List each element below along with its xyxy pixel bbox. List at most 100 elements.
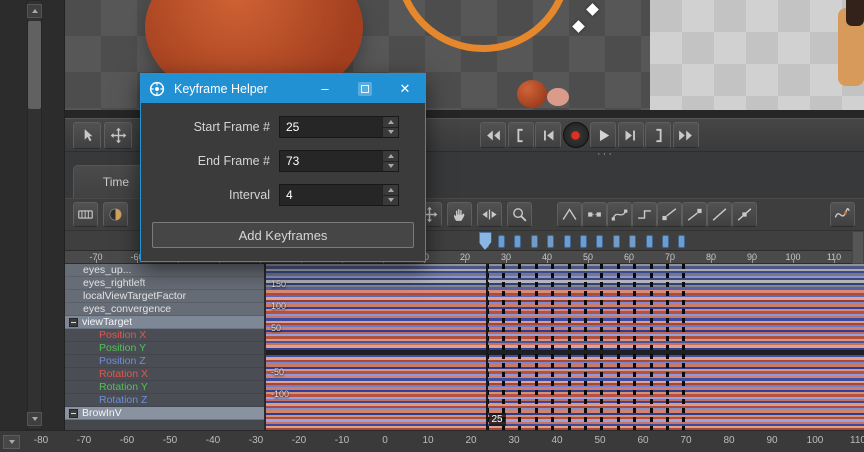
keyframe-tick[interactable] (564, 235, 571, 248)
down-arrow-icon (388, 130, 394, 134)
axis-value-label: -100 (271, 389, 289, 399)
play-button[interactable] (590, 122, 616, 148)
close-button[interactable]: ✕ (385, 74, 425, 103)
track-row-position-z[interactable]: Position Z (65, 355, 264, 368)
ruler-tick (711, 259, 712, 263)
h-expand-button[interactable] (477, 202, 502, 227)
keyframe-tick[interactable] (613, 235, 620, 248)
keyframe-tick[interactable] (531, 235, 538, 248)
clip-half-button[interactable] (103, 202, 128, 227)
track-row-rotation-y[interactable]: Rotation Y (65, 381, 264, 394)
keyframe-tick[interactable] (662, 235, 669, 248)
interval-down-button[interactable] (382, 195, 398, 206)
scroll-up-button[interactable] (27, 4, 42, 18)
playhead-marker[interactable] (479, 232, 492, 250)
dialog-titlebar[interactable]: Keyframe Helper – ✕ (141, 74, 425, 103)
track-row-eyes-rightleft[interactable]: eyes_rightleft (65, 277, 264, 290)
start-frame-spinbox (279, 116, 399, 138)
track-row-position-x[interactable]: Position X (65, 329, 264, 342)
orange-selection-ring (395, 0, 571, 52)
end-frame-up-button[interactable] (382, 151, 398, 161)
ruler-tick (793, 259, 794, 263)
linear-peak-button[interactable] (557, 202, 582, 227)
hand-tool-button[interactable] (447, 202, 472, 227)
track-row-position-y[interactable]: Position Y (65, 342, 264, 355)
zoom-magnifier-button[interactable] (507, 202, 532, 227)
keyframe-tick[interactable] (498, 235, 505, 248)
track-row-eyes-convergence[interactable]: eyes_convergence (65, 303, 264, 316)
down-arrow-icon (32, 417, 38, 421)
zero-axis-line (266, 350, 864, 355)
track-label: Position X (99, 329, 146, 341)
track-row-localviewtargetfactor[interactable]: localViewTargetFactor (65, 290, 264, 303)
key-in-tangent-icon (686, 206, 703, 223)
film-track-icon (77, 206, 94, 223)
key-out-tangent-button[interactable] (657, 202, 682, 227)
white-diamond-marker (586, 3, 599, 16)
track-row-browinv[interactable]: BrowInV (65, 407, 264, 420)
scroll-down-button[interactable] (27, 412, 42, 426)
keyframe-tick[interactable] (596, 235, 603, 248)
start-frame-input[interactable] (279, 116, 399, 138)
step-hold-button[interactable] (632, 202, 657, 227)
bracket-out-button[interactable] (645, 122, 671, 148)
next-frame-button[interactable] (618, 122, 644, 148)
track-row-rotation-x[interactable]: Rotation X (65, 368, 264, 381)
skip-forward-button[interactable] (673, 122, 699, 148)
bottom-ruler[interactable]: -80-70-60-50-40-30-20-100102030405060708… (0, 430, 864, 452)
small-red-sphere (517, 80, 547, 108)
ruler-frame-label: -10 (324, 435, 360, 446)
scrollbar-thumb[interactable] (28, 21, 41, 109)
bracket-in-button[interactable] (508, 122, 534, 148)
keyframe-tick[interactable] (514, 235, 521, 248)
collapse-toggle-icon[interactable] (69, 318, 78, 327)
film-track-button[interactable] (73, 202, 98, 227)
end-frame-down-button[interactable] (382, 161, 398, 172)
slope-line-button[interactable] (707, 202, 732, 227)
slope-key-button[interactable] (732, 202, 757, 227)
curve-keys-button[interactable] (607, 202, 632, 227)
maximize-button[interactable] (345, 74, 385, 103)
prev-frame-button[interactable] (535, 122, 561, 148)
start-frame-down-button[interactable] (382, 127, 398, 138)
wave-curve-button[interactable] (830, 202, 855, 227)
keyframe-tick[interactable] (646, 235, 653, 248)
keyframe-tick[interactable] (580, 235, 587, 248)
keyframe-tick[interactable] (547, 235, 554, 248)
keyframe-column-line (518, 264, 521, 430)
ruler-frame-label: 110 (840, 435, 864, 446)
interval-up-button[interactable] (382, 185, 398, 195)
collapse-toggle-icon[interactable] (69, 409, 78, 418)
ruler-frame-label: 30 (496, 435, 532, 446)
add-keyframes-button[interactable]: Add Keyframes (152, 222, 414, 248)
start-frame-up-button[interactable] (382, 117, 398, 127)
keyframe-column-line (551, 264, 554, 430)
ruler-options-button[interactable] (3, 435, 20, 449)
h-expand-icon (481, 206, 498, 223)
keyframe-tick[interactable] (678, 235, 685, 248)
spinner-buttons (382, 151, 398, 171)
slope-key-icon (736, 206, 753, 223)
bracket-out-icon (650, 127, 667, 144)
ruler-tick (96, 259, 97, 263)
end-frame-input[interactable] (279, 150, 399, 172)
animation-app-window: ··· Time -70-60-50-40-30-20-100102030405… (0, 0, 864, 452)
interval-input[interactable] (279, 184, 399, 206)
ruler-frame-label: -30 (238, 435, 274, 446)
track-row-viewtarget[interactable]: viewTarget (65, 316, 264, 329)
track-row-eyes-up-[interactable]: eyes_up... (65, 264, 264, 277)
key-in-tangent-button[interactable] (682, 202, 707, 227)
keyframe-tick[interactable] (629, 235, 636, 248)
move-tool-button[interactable] (104, 122, 132, 149)
select-cursor-button[interactable] (73, 122, 101, 149)
record-button[interactable] (563, 122, 589, 148)
panel-resize-handle[interactable]: ··· (597, 148, 614, 160)
minimize-button[interactable]: – (305, 74, 345, 103)
down-arrow-icon (388, 198, 394, 202)
stepped-keys-button[interactable] (582, 202, 607, 227)
track-label: Rotation Y (99, 381, 148, 393)
curve-graph-area[interactable]: 15010050-50-100 25 (265, 264, 864, 430)
track-row-rotation-z[interactable]: Rotation Z (65, 394, 264, 407)
playhead-line[interactable] (486, 264, 488, 430)
skip-back-button[interactable] (480, 122, 506, 148)
